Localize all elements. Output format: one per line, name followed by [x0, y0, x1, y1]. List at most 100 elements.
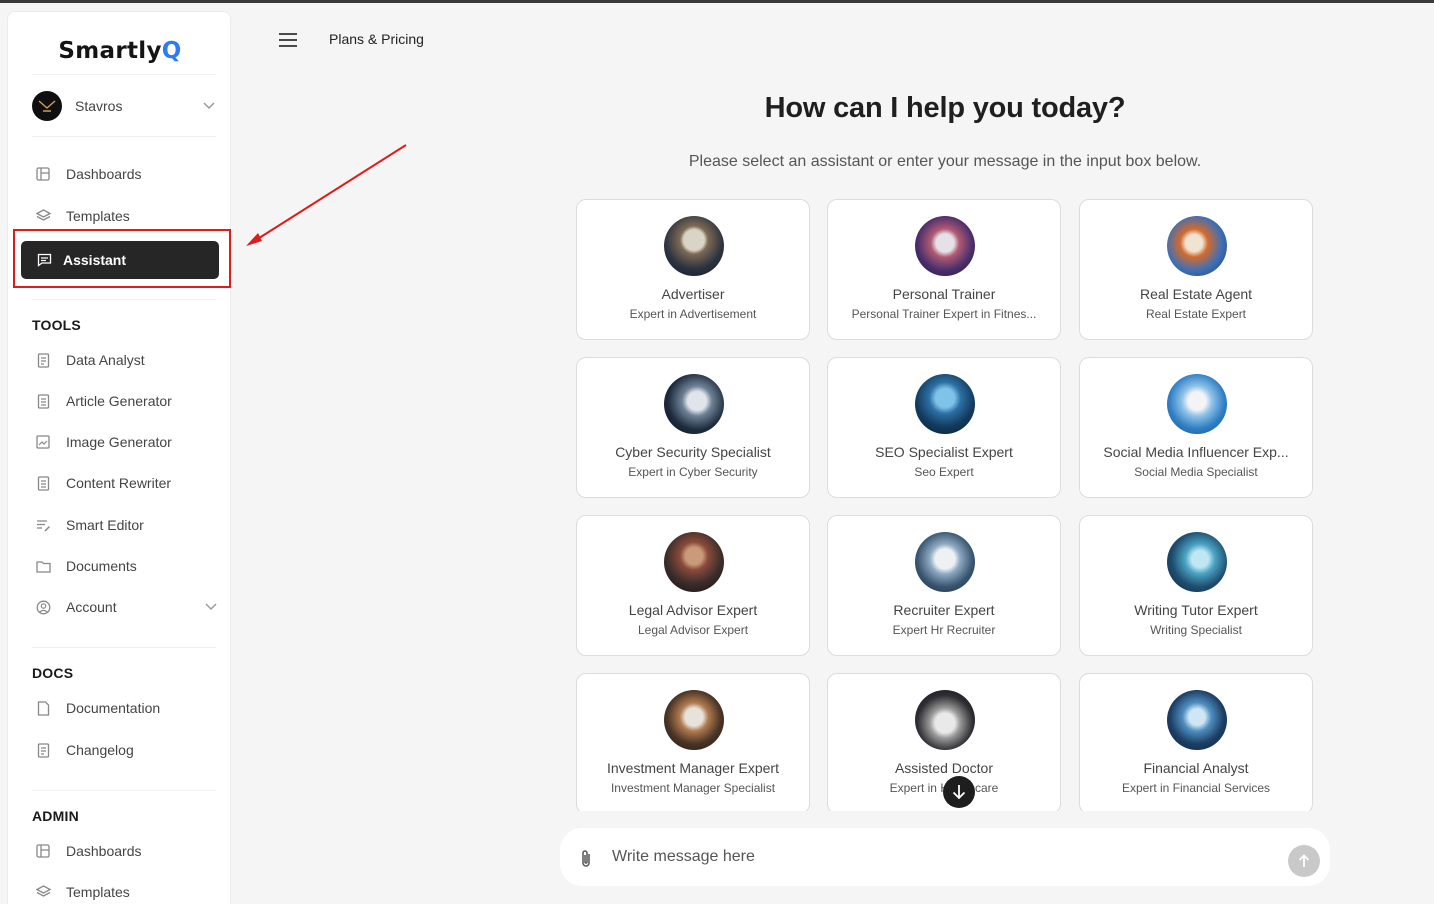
assistant-card-real-estate-agent[interactable]: Real Estate Agent Real Estate Expert [1079, 199, 1313, 340]
assistant-avatar [1167, 374, 1227, 434]
sidebar-item-label: Dashboards [66, 166, 142, 182]
brand-name: Smartly [58, 38, 162, 64]
assistant-desc: Expert in Cyber Security [628, 465, 758, 479]
assistant-name: Writing Tutor Expert [1134, 602, 1258, 618]
sidebar-item-label: Account [66, 599, 117, 615]
menu-toggle-icon[interactable] [277, 31, 299, 49]
assistant-avatar [664, 532, 724, 592]
assistant-desc: Expert in Advertisement [629, 307, 757, 321]
section-title-admin: ADMIN [32, 808, 79, 824]
changelog-icon [34, 741, 52, 759]
file-chart-icon [34, 351, 52, 369]
assistant-name: Legal Advisor Expert [628, 602, 758, 618]
article-icon [34, 392, 52, 410]
sidebar-item-documentation[interactable]: Documentation [32, 692, 218, 724]
assistant-desc: Investment Manager Specialist [610, 781, 776, 795]
sidebar-item-dashboards[interactable]: Dashboards [32, 158, 218, 190]
divider [32, 74, 216, 75]
sidebar-item-label: Content Rewriter [66, 475, 172, 491]
send-button[interactable] [1288, 845, 1320, 877]
assistant-desc: Writing Specialist [1150, 623, 1242, 637]
avatar [32, 91, 62, 121]
section-title-tools: TOOLS [32, 317, 81, 333]
assistant-card-personal-trainer[interactable]: Personal Trainer Personal Trainer Expert… [827, 199, 1061, 340]
assistant-avatar [915, 532, 975, 592]
sidebar-item-label: Documents [66, 558, 137, 574]
sidebar-item-label: Image Generator [66, 434, 172, 450]
assistant-card-financial-analyst[interactable]: Financial Analyst Expert in Financial Se… [1079, 673, 1313, 811]
sidebar-item-admin-templates[interactable]: Templates [32, 876, 218, 904]
section-title-docs: DOCS [32, 665, 74, 681]
sidebar-item-changelog[interactable]: Changelog [32, 734, 218, 766]
assistant-card-social-media-influencer[interactable]: Social Media Influencer Exp... Social Me… [1079, 357, 1313, 498]
assistant-desc: Legal Advisor Expert [637, 623, 749, 637]
highlight-box [13, 229, 231, 288]
chevron-down-icon[interactable] [204, 600, 218, 614]
assistant-card-legal-advisor[interactable]: Legal Advisor Expert Legal Advisor Exper… [576, 515, 810, 656]
assistant-name: Social Media Influencer Exp... [1103, 444, 1289, 460]
sidebar-item-label: Data Analyst [66, 352, 145, 368]
divider [32, 299, 216, 300]
assistant-desc: Social Media Specialist [1134, 465, 1258, 479]
user-circle-icon [34, 598, 52, 616]
brand-logo[interactable]: SmartlyQ [8, 38, 230, 64]
sidebar-item-article-generator[interactable]: Article Generator [32, 385, 218, 417]
assistant-card-writing-tutor[interactable]: Writing Tutor Expert Writing Specialist [1079, 515, 1313, 656]
assistant-avatar [664, 216, 724, 276]
assistant-desc: Real Estate Expert [1145, 307, 1247, 321]
assistant-name: SEO Specialist Expert [875, 444, 1013, 460]
message-input[interactable] [612, 842, 1272, 872]
user-name: Stavros [75, 98, 123, 114]
assistant-card-advertiser[interactable]: Advertiser Expert in Advertisement [576, 199, 810, 340]
assistant-name: Financial Analyst [1143, 760, 1249, 776]
sidebar-item-label: Smart Editor [66, 517, 144, 533]
sidebar-item-smart-editor[interactable]: Smart Editor [32, 509, 218, 541]
brand-name-accent: Q [161, 38, 182, 64]
sidebar-item-image-generator[interactable]: Image Generator [32, 426, 218, 458]
user-menu[interactable]: Stavros [32, 90, 216, 122]
sidebar-item-account[interactable]: Account [32, 591, 218, 623]
layers-icon [34, 207, 52, 225]
assistant-card-seo-specialist[interactable]: SEO Specialist Expert Seo Expert [827, 357, 1061, 498]
doc-icon [34, 699, 52, 717]
arrow-down-icon [952, 785, 966, 800]
chevron-down-icon[interactable] [202, 99, 216, 113]
sidebar-item-label: Changelog [66, 742, 134, 758]
window-top-border [0, 0, 1434, 3]
assistant-avatar [664, 374, 724, 434]
assistant-card-investment-manager[interactable]: Investment Manager Expert Investment Man… [576, 673, 810, 811]
sidebar-item-label: Article Generator [66, 393, 172, 409]
assistant-avatar [1167, 690, 1227, 750]
sidebar-item-admin-dashboards[interactable]: Dashboards [32, 835, 218, 867]
assistant-avatar [1167, 216, 1227, 276]
page-title[interactable]: Plans & Pricing [329, 31, 424, 47]
sidebar-item-templates[interactable]: Templates [32, 200, 218, 232]
sidebar-item-label: Templates [66, 884, 130, 900]
assistant-card-cyber-security[interactable]: Cyber Security Specialist Expert in Cybe… [576, 357, 810, 498]
scroll-down-button[interactable] [943, 776, 975, 808]
divider [32, 647, 216, 648]
assistant-desc: Expert Hr Recruiter [892, 623, 996, 637]
main-subtitle: Please select an assistant or enter your… [688, 153, 1202, 170]
folder-icon [34, 557, 52, 575]
assistant-desc: Seo Expert [914, 465, 974, 479]
paperclip-icon[interactable] [577, 848, 595, 870]
sidebar-item-documents[interactable]: Documents [32, 550, 218, 582]
assistant-card-recruiter[interactable]: Recruiter Expert Expert Hr Recruiter [827, 515, 1061, 656]
sidebar-item-label: Dashboards [66, 843, 142, 859]
sidebar-item-content-rewriter[interactable]: Content Rewriter [32, 467, 218, 499]
message-composer [560, 828, 1330, 886]
assistant-avatar [915, 216, 975, 276]
main-heading: How can I help you today? [764, 92, 1126, 124]
divider [32, 136, 216, 137]
sidebar-item-label: Documentation [66, 700, 161, 716]
layout-icon [34, 165, 52, 183]
layout-icon [34, 842, 52, 860]
sidebar-item-data-analyst[interactable]: Data Analyst [32, 344, 218, 376]
assistant-avatar [1167, 532, 1227, 592]
assistant-name: Assisted Doctor [894, 760, 994, 776]
assistant-name: Personal Trainer [892, 286, 996, 302]
document-icon [34, 474, 52, 492]
assistant-avatar [915, 374, 975, 434]
sidebar: SmartlyQ Stavros Dashboards Templates As… [7, 11, 231, 904]
